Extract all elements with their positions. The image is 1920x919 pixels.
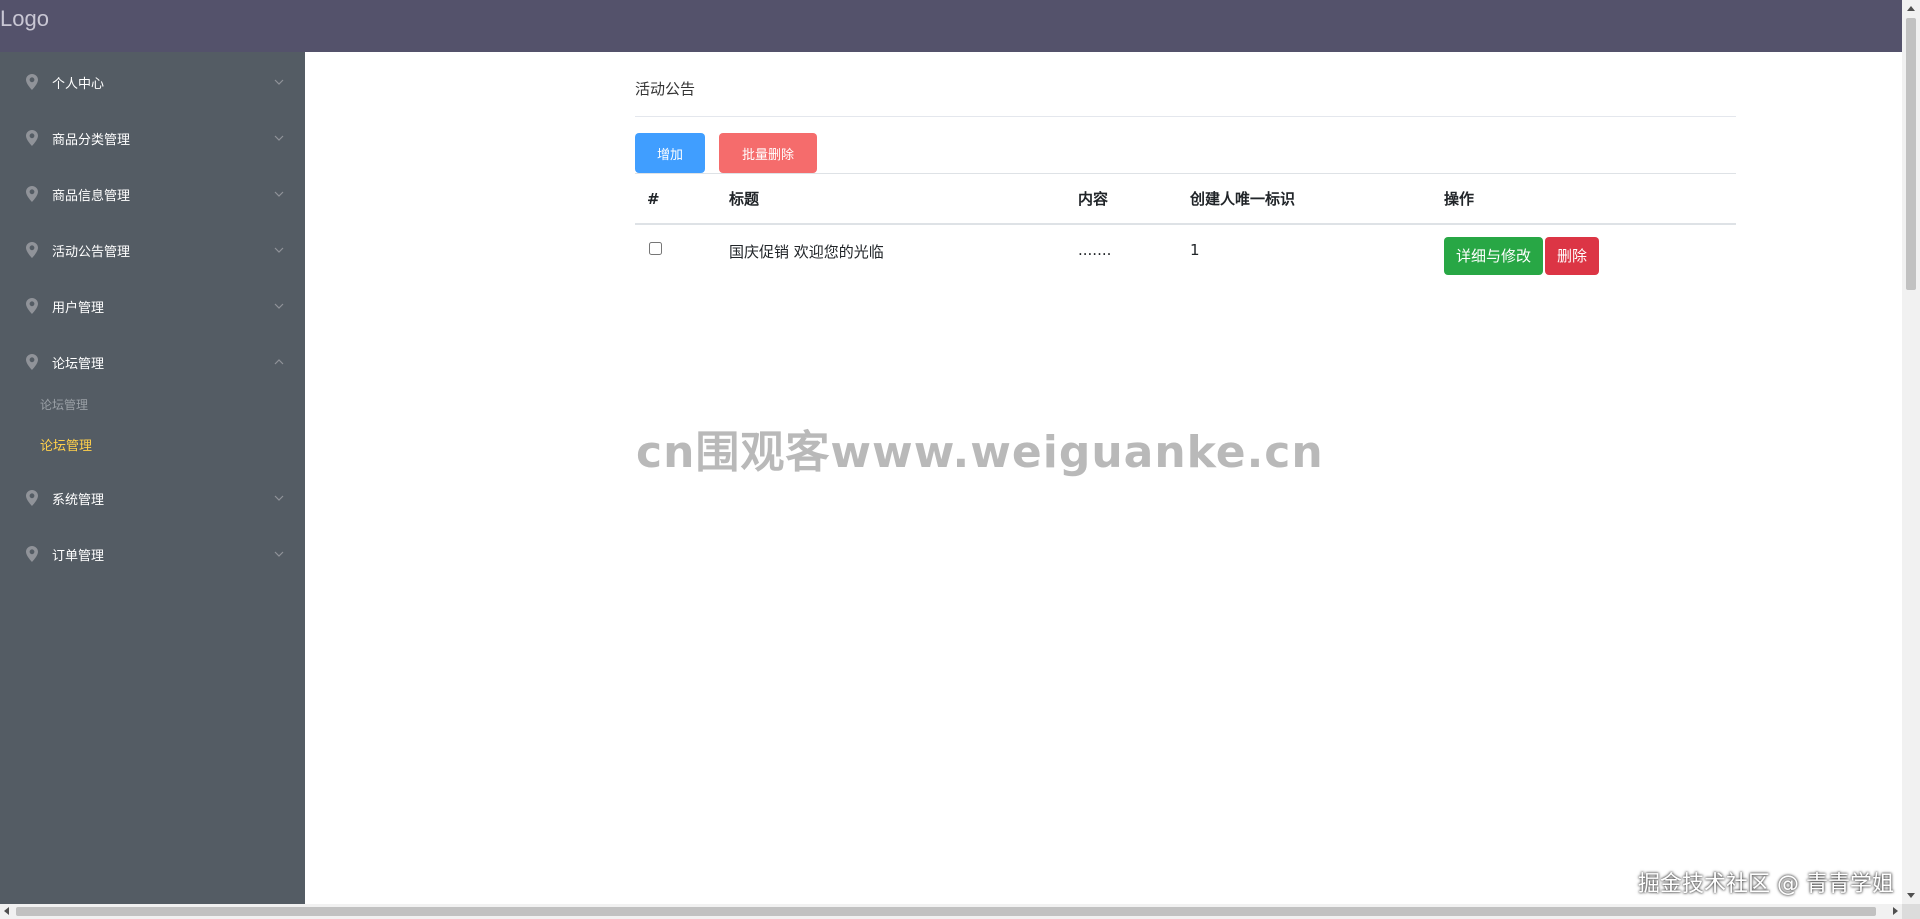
top-bar: Logo <box>0 0 1902 52</box>
sidebar-item-label: 订单管理 <box>52 548 105 564</box>
scroll-right-arrow-icon[interactable] <box>1893 907 1898 915</box>
page-title: 活动公告 <box>635 80 696 98</box>
chevron-down-icon <box>274 247 284 253</box>
corner-watermark: 掘金技术社区 @ 青青学姐 <box>1638 872 1894 897</box>
row-checkbox[interactable] <box>649 242 662 255</box>
submenu-item-forum[interactable]: 论坛管理 <box>40 396 88 413</box>
table-header-row: # 标题 内容 创建人唯一标识 操作 <box>635 173 1736 225</box>
batch-delete-button[interactable]: 批量删除 <box>719 133 817 173</box>
add-button[interactable]: 增加 <box>635 133 705 173</box>
row-title: 国庆促销 欢迎您的光临 <box>729 243 884 261</box>
row-actions: 详细与修改 删除 <box>1432 224 1736 286</box>
column-header-content: 内容 <box>1066 173 1178 225</box>
sidebar-item-label: 个人中心 <box>52 76 105 92</box>
sidebar-item-system[interactable]: 系统管理 <box>0 470 305 526</box>
row-select-cell <box>635 224 717 286</box>
scroll-up-arrow-icon[interactable] <box>1907 6 1915 11</box>
column-header-title: 标题 <box>717 173 1066 225</box>
location-pin-icon <box>26 74 38 90</box>
horizontal-scroll-thumb[interactable] <box>16 907 1876 916</box>
column-header-creator: 创建人唯一标识 <box>1178 173 1432 225</box>
sidebar: 个人中心 商品分类管理 商品信息管理 活动公告管理 用户管理 论坛管理 论坛管理… <box>0 52 305 904</box>
sidebar-item-forum[interactable]: 论坛管理 <box>0 334 305 390</box>
location-pin-icon <box>26 186 38 202</box>
chevron-down-icon <box>274 495 284 501</box>
location-pin-icon <box>26 354 38 370</box>
sidebar-item-label: 用户管理 <box>52 300 105 316</box>
scrollbar-corner <box>1902 904 1920 919</box>
delete-button[interactable]: 删除 <box>1545 237 1600 275</box>
sidebar-item-label: 商品分类管理 <box>52 132 131 148</box>
scroll-down-arrow-icon[interactable] <box>1907 893 1915 898</box>
logo: Logo <box>0 6 49 31</box>
column-header-index: # <box>635 173 717 225</box>
watermark: cn围观客www.weiguanke.cn <box>636 427 1324 478</box>
chevron-down-icon <box>274 135 284 141</box>
sidebar-item-personal-center[interactable]: 个人中心 <box>0 54 305 110</box>
scroll-left-arrow-icon[interactable] <box>4 907 9 915</box>
sidebar-item-users[interactable]: 用户管理 <box>0 278 305 334</box>
chevron-down-icon <box>274 191 284 197</box>
vertical-scroll-thumb[interactable] <box>1906 18 1916 290</box>
sidebar-item-orders[interactable]: 订单管理 <box>0 526 305 582</box>
submenu-item-forum-active[interactable]: 论坛管理 <box>40 435 92 454</box>
sidebar-item-label: 系统管理 <box>52 492 105 508</box>
column-header-actions: 操作 <box>1432 173 1736 225</box>
chevron-up-icon <box>274 359 284 365</box>
sidebar-item-label: 论坛管理 <box>52 356 105 372</box>
row-content: ....... <box>1078 241 1112 259</box>
sidebar-item-label: 商品信息管理 <box>52 188 131 204</box>
vertical-scrollbar[interactable] <box>1902 0 1920 904</box>
sidebar-item-label: 活动公告管理 <box>52 244 131 260</box>
location-pin-icon <box>26 130 38 146</box>
horizontal-scrollbar[interactable] <box>0 904 1902 919</box>
row-creator: 1 <box>1190 241 1200 259</box>
chevron-down-icon <box>274 79 284 85</box>
location-pin-icon <box>26 546 38 562</box>
announcement-table: # 标题 内容 创建人唯一标识 操作 国庆促销 欢迎您的光临 ....... 1… <box>635 173 1736 286</box>
sidebar-item-category[interactable]: 商品分类管理 <box>0 110 305 166</box>
location-pin-icon <box>26 242 38 258</box>
location-pin-icon <box>26 490 38 506</box>
location-pin-icon <box>26 298 38 314</box>
chevron-down-icon <box>274 303 284 309</box>
table-row: 国庆促销 欢迎您的光临 ....... 1 详细与修改 删除 <box>635 224 1736 286</box>
chevron-down-icon <box>274 551 284 557</box>
title-divider <box>635 116 1736 117</box>
detail-edit-button[interactable]: 详细与修改 <box>1444 237 1544 275</box>
sidebar-item-goods-info[interactable]: 商品信息管理 <box>0 166 305 222</box>
sidebar-item-announcements[interactable]: 活动公告管理 <box>0 222 305 278</box>
